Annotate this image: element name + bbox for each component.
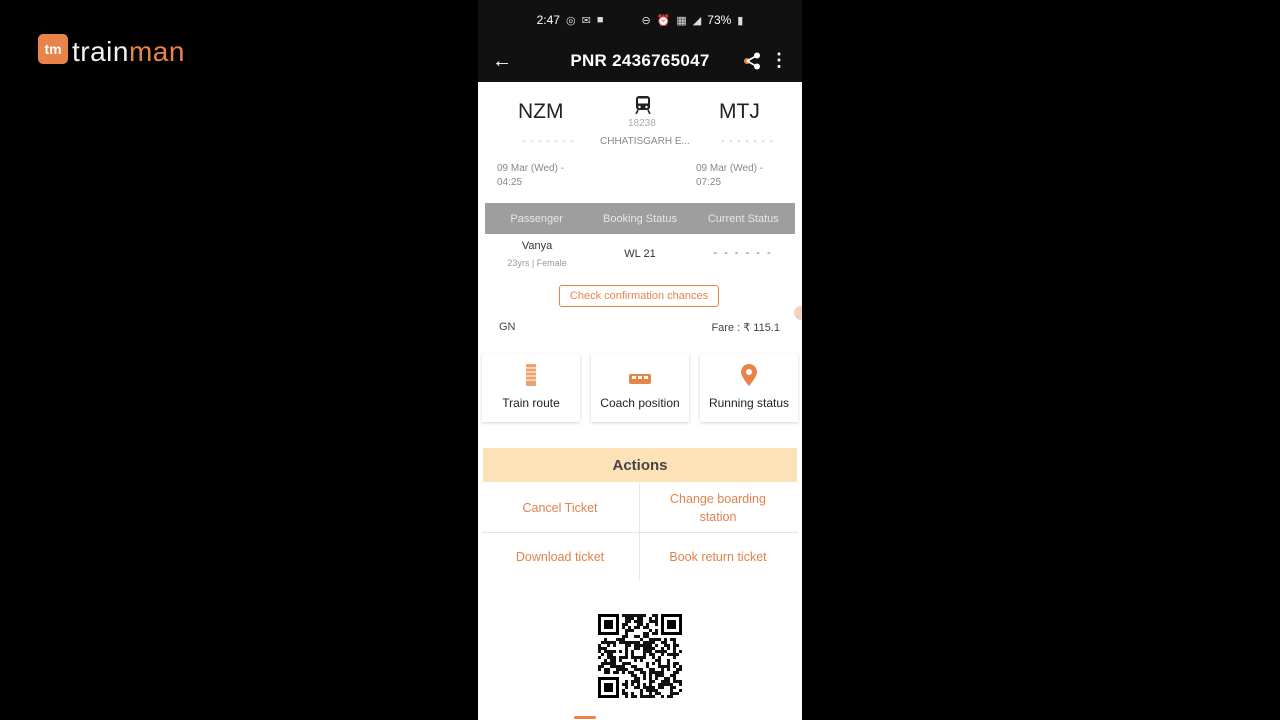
header-current-status: Current Status xyxy=(707,212,779,225)
booking-status: WL 21 xyxy=(624,248,656,260)
current-status: - - - - - - xyxy=(713,247,773,259)
battery-icon: ▮ xyxy=(737,14,744,27)
location-pin-icon xyxy=(741,364,757,386)
scroll-indicator xyxy=(574,716,596,719)
whatsapp-icon: ◎ xyxy=(565,14,576,27)
to-station-code: MTJ xyxy=(719,100,760,123)
arrival-time: 07:25 xyxy=(696,177,722,188)
cancel-ticket-button[interactable]: Cancel Ticket xyxy=(482,483,638,532)
gmail-icon: ✉ xyxy=(581,14,591,27)
journey-summary: NZM - - - - - - - 18238 CHHATISGARH E...… xyxy=(478,82,802,202)
phone-screen: 2:47 ◎ ✉ ■ ⊖ ⏰ ▦ ◢ 73% ▮ ← PNR 243676504… xyxy=(478,0,802,720)
departure-time: 04:25 xyxy=(497,177,523,188)
trainman-logo-icon: tm xyxy=(38,34,68,64)
train-number: 18238 xyxy=(628,118,656,129)
arrival-date: 09 Mar (Wed) - xyxy=(696,163,764,174)
more-options-icon[interactable]: ⋮ xyxy=(770,50,788,71)
running-status-label: Running status xyxy=(708,396,790,410)
train-name: CHHATISGARH E... xyxy=(600,136,690,147)
divider xyxy=(639,483,640,581)
change-boarding-station-button[interactable]: Change boarding station xyxy=(640,483,796,532)
signal-icon: ◢ xyxy=(692,14,702,27)
camera-icon: ■ xyxy=(596,14,604,26)
trainman-wordmark: trainman xyxy=(72,36,185,68)
train-route-icon xyxy=(526,364,536,386)
coach-icon xyxy=(629,374,651,384)
status-bar: 2:47 ◎ ✉ ■ ⊖ ⏰ ▦ ◢ 73% ▮ xyxy=(478,0,802,40)
wordmark-train: train xyxy=(72,36,129,67)
from-station-name: - - - - - - - xyxy=(522,136,575,147)
check-confirmation-chances-button[interactable]: Check confirmation chances xyxy=(559,285,719,307)
to-station-name: - - - - - - - xyxy=(721,136,774,147)
departure-date: 09 Mar (Wed) - xyxy=(497,163,565,174)
actions-header: Actions xyxy=(483,448,797,482)
ticket-qr-code xyxy=(598,614,682,698)
header-booking-status: Booking Status xyxy=(602,212,677,225)
passenger-details: 23yrs | Female xyxy=(507,258,567,268)
quota: GN xyxy=(499,321,516,333)
wordmark-man: man xyxy=(128,36,185,67)
fare: Fare : ₹ 115.1 xyxy=(711,322,780,334)
quick-links: Train route Coach position Running statu… xyxy=(482,354,798,422)
trainman-watermark: tm trainman xyxy=(38,34,185,68)
divider xyxy=(482,532,798,533)
train-icon xyxy=(635,96,651,114)
header-passenger: Passenger xyxy=(510,212,563,225)
passenger-table-header: Passenger Booking Status Current Status xyxy=(485,203,795,234)
dnd-icon: ⊖ xyxy=(641,14,651,27)
share-icon[interactable] xyxy=(742,52,762,70)
passenger-name: Vanya xyxy=(521,240,553,252)
battery-level: 73% xyxy=(707,13,732,27)
actions-grid: Cancel Ticket Change boarding station Do… xyxy=(482,483,798,583)
download-ticket-button[interactable]: Download ticket xyxy=(482,533,638,581)
train-route-tile[interactable]: Train route xyxy=(482,354,580,422)
coach-position-label: Coach position xyxy=(600,396,680,410)
coach-position-tile[interactable]: Coach position xyxy=(591,354,689,422)
change-boarding-label-line1: Change boarding xyxy=(670,491,766,506)
touch-indicator xyxy=(794,306,802,320)
book-return-ticket-button[interactable]: Book return ticket xyxy=(640,533,796,581)
from-station-code: NZM xyxy=(518,100,564,123)
alarm-icon: ⏰ xyxy=(656,14,671,27)
change-boarding-label-line2: station xyxy=(699,509,737,524)
departure-datetime: 09 Mar (Wed) - 04:25 xyxy=(497,162,587,190)
status-time: 2:47 xyxy=(536,13,560,27)
network-icon: ▦ xyxy=(676,14,687,27)
arrival-datetime: 09 Mar (Wed) - 07:25 xyxy=(696,162,786,190)
app-bar: ← PNR 2436765047 ⋮ xyxy=(478,40,802,82)
running-status-tile[interactable]: Running status xyxy=(700,354,798,422)
train-route-label: Train route xyxy=(502,396,560,410)
